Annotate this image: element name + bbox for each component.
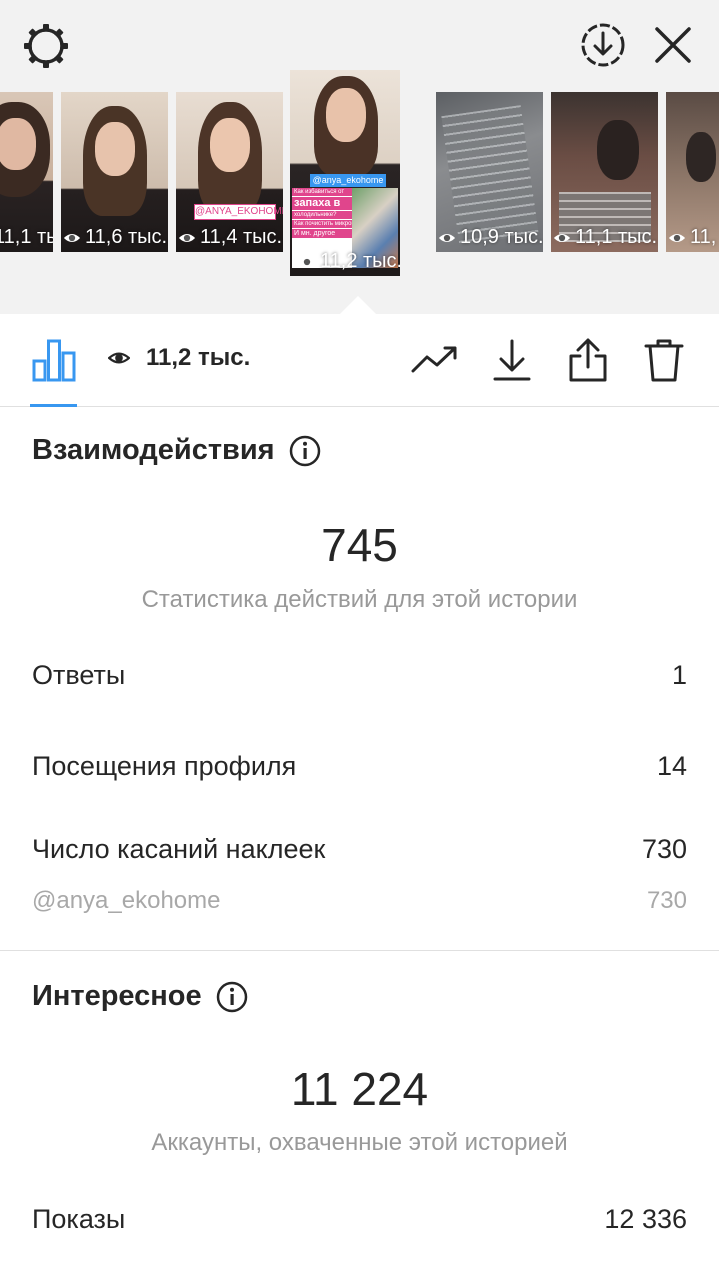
eye-icon bbox=[553, 233, 571, 242]
story-views: 11,1 тыс. bbox=[0, 226, 53, 248]
story-views: 11,1 тыс. bbox=[553, 226, 657, 249]
insights-bar-chart-icon[interactable] bbox=[30, 336, 78, 384]
story-thumbnail[interactable]: 10,9 тыс. bbox=[436, 92, 543, 252]
interactions-subtitle: Статистика действий для этой истории bbox=[141, 586, 578, 613]
insights-toolbar: 11,2 тыс. bbox=[0, 314, 719, 407]
eye-icon bbox=[108, 352, 130, 364]
story-views: 11,2 тыс. bbox=[298, 250, 400, 273]
story-views: 11, bbox=[668, 226, 716, 249]
sticker-banner: @ANYA_EKOHOME bbox=[194, 204, 283, 220]
selection-pointer bbox=[340, 296, 376, 314]
share-icon[interactable] bbox=[564, 336, 612, 384]
story-thumbnail[interactable]: 11, bbox=[666, 92, 719, 252]
interactions-total: 745 bbox=[321, 519, 398, 571]
story-views: 10,9 тыс. bbox=[438, 226, 543, 249]
sticker-handle: @anya_ekohome bbox=[310, 174, 386, 187]
eye-icon bbox=[438, 233, 456, 242]
stat-row-sticker-taps: Число касаний наклеек 730 bbox=[32, 834, 687, 864]
discovery-section-title: Интересное bbox=[32, 980, 248, 1013]
promote-trend-icon[interactable] bbox=[411, 336, 459, 384]
story-thumbnail[interactable]: 11,6 тыс. bbox=[61, 92, 168, 252]
close-icon[interactable] bbox=[650, 22, 696, 68]
story-views: 11,4 тыс. bbox=[178, 226, 282, 249]
story-thumbnail[interactable]: 11,1 тыс. bbox=[0, 92, 53, 252]
eye-icon bbox=[668, 233, 686, 242]
section-divider bbox=[0, 950, 719, 951]
active-tab-indicator bbox=[30, 404, 77, 407]
story-thumbnail-selected[interactable]: @anya_ekohome Как избавиться от запаха в… bbox=[290, 70, 400, 276]
story-thumbnail[interactable]: @ANYA_EKOHOME 11,4 тыс. bbox=[176, 92, 283, 252]
stories-strip: 11,1 тыс. 11,6 тыс. @ANYA_EKOHOME 11,4 т… bbox=[0, 0, 719, 314]
info-icon[interactable] bbox=[216, 981, 248, 1013]
download-icon[interactable] bbox=[488, 336, 536, 384]
settings-gear-icon[interactable] bbox=[20, 20, 72, 72]
delete-trash-icon[interactable] bbox=[640, 336, 688, 384]
eye-icon bbox=[178, 233, 196, 242]
info-icon[interactable] bbox=[289, 435, 321, 467]
story-views: 11,6 тыс. bbox=[63, 226, 167, 249]
interactions-section-title: Взаимодействия bbox=[32, 434, 321, 467]
reach-total: 11 224 bbox=[290, 1063, 429, 1115]
eye-icon bbox=[63, 233, 81, 242]
views-count: 11,2 тыс. bbox=[108, 344, 250, 372]
stat-row-impressions: Показы 12 336 bbox=[32, 1204, 687, 1234]
eye-icon bbox=[298, 257, 316, 266]
reach-subtitle: Аккаунты, охваченные этой историей bbox=[151, 1129, 568, 1156]
story-thumbnail[interactable]: 11,1 тыс. bbox=[551, 92, 658, 252]
stat-row-replies: Ответы 1 bbox=[32, 660, 687, 690]
save-story-icon[interactable] bbox=[578, 20, 628, 70]
stat-row-profile-visits: Посещения профиля 14 bbox=[32, 751, 687, 781]
stat-row-sticker-mention[interactable]: @anya_ekohome 730 bbox=[32, 887, 687, 915]
